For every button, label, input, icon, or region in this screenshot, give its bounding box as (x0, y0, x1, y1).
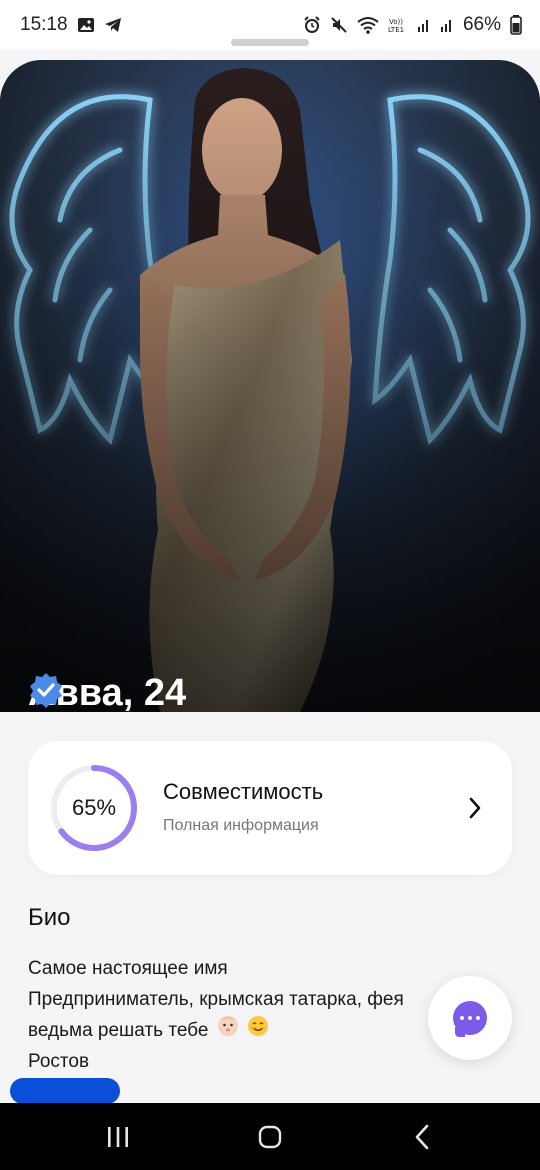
compatibility-title: Совместимость (163, 779, 324, 804)
telegram-icon (104, 17, 122, 33)
profile-photo-illustration (0, 60, 540, 712)
profile-name-row: Авва, 24 (28, 672, 200, 712)
compatibility-ring: 65% (49, 763, 139, 853)
bio-line: Самое настоящее имя (28, 958, 228, 979)
alarm-icon (303, 16, 321, 34)
wifi-icon (357, 16, 379, 34)
bio-line: Ростов (28, 1051, 90, 1072)
compatibility-percent: 65% (71, 795, 117, 820)
chat-button[interactable] (428, 976, 512, 1060)
gallery-icon (77, 17, 95, 33)
compatibility-card[interactable]: 65% Совместимость Полная информация (28, 741, 512, 875)
bio-line: Предприниматель, крымская татарка, фея (28, 989, 404, 1010)
svg-text:Vo)): Vo)) (389, 18, 403, 26)
status-time: 15:18 (20, 14, 68, 35)
signal-icon (440, 17, 454, 33)
sheet-handle[interactable] (231, 39, 309, 46)
compatibility-subtitle: Полная информация (163, 817, 319, 834)
back-icon[interactable] (372, 1103, 472, 1170)
mute-icon (330, 16, 348, 34)
redaction-scribble (10, 1078, 120, 1104)
svg-text:LTE1: LTE1 (388, 26, 404, 34)
bio-text: Самое настоящее имя Предприниматель, кры… (28, 953, 404, 1077)
battery-icon (510, 15, 522, 35)
status-right: Vo)) LTE1 66% (303, 14, 522, 36)
navigation-bar (0, 1103, 540, 1170)
status-left: 15:18 (20, 14, 122, 36)
signal-icon (417, 17, 431, 33)
smile-emoji-icon (247, 1015, 269, 1047)
baby-emoji-icon (217, 1015, 239, 1047)
volte-icon: Vo)) LTE1 (388, 16, 408, 34)
recent-apps-icon[interactable] (68, 1103, 168, 1170)
profile-photo[interactable]: Авва, 24 (0, 60, 540, 712)
compatibility-text: Совместимость Полная информация (163, 779, 323, 835)
chevron-right-icon[interactable] (468, 796, 482, 825)
battery-percent: 66% (462, 14, 501, 35)
chat-bubble-icon (453, 1001, 487, 1037)
bio-line-with-emoji: ведьма решать тебе (28, 1015, 404, 1046)
bio-line: ведьма решать тебе (28, 1020, 209, 1042)
bio-heading: Био (28, 904, 71, 931)
home-icon[interactable] (220, 1103, 320, 1170)
